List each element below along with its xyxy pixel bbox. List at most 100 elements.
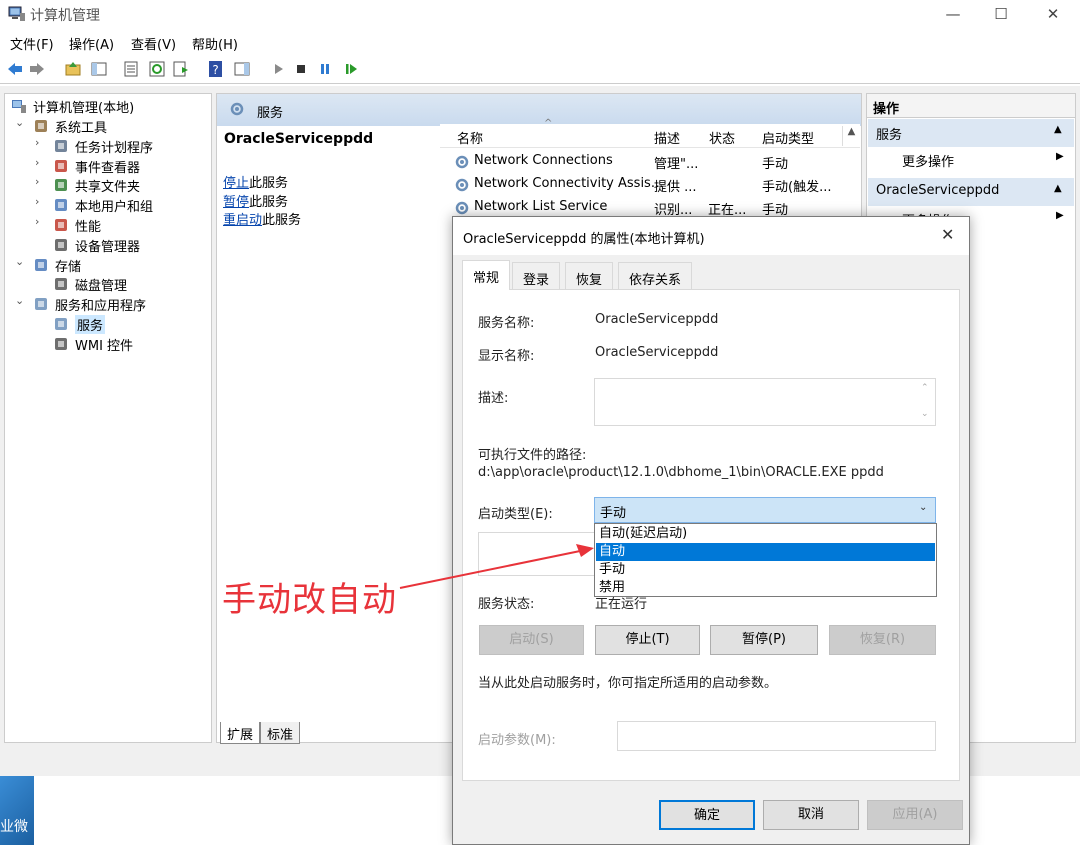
menu-help[interactable]: 帮助(H) <box>192 34 238 53</box>
export-list-icon[interactable] <box>172 60 190 78</box>
annotation-arrow <box>399 544 594 589</box>
action-pane-icon[interactable] <box>233 60 251 78</box>
resume-button[interactable]: 恢复(R) <box>829 625 936 655</box>
service-action-link[interactable]: 重启动 <box>223 213 262 228</box>
chevron-right-icon[interactable]: › <box>35 136 47 149</box>
tab-dependencies[interactable]: 依存关系 <box>618 262 693 290</box>
description-label: 描述: <box>478 391 509 406</box>
service-gear-icon <box>455 155 469 169</box>
tab-extended[interactable]: 扩展 <box>220 722 261 744</box>
scroll-up-icon[interactable]: ⌃ <box>921 383 929 393</box>
more-actions-services[interactable]: 更多操作 <box>902 151 954 170</box>
service-row[interactable]: Network Connections 管理"... 手动 <box>454 151 854 173</box>
submenu-arrow-icon: ▶ <box>1056 210 1064 221</box>
start-param-input[interactable] <box>617 721 936 751</box>
path-label: 可执行文件的路径: <box>478 448 587 463</box>
services-header: 服务 <box>217 94 861 126</box>
tab-standard[interactable]: 标准 <box>260 722 301 744</box>
restart-service-icon[interactable] <box>342 60 360 78</box>
actions-section-services[interactable]: 服务 ▲ <box>868 119 1074 147</box>
service-startup: 手动 <box>762 157 789 172</box>
menu-view[interactable]: 查看(V) <box>131 34 176 53</box>
tree-item-label: WMI 控件 <box>75 338 134 354</box>
minimize-button[interactable]: — <box>930 0 976 30</box>
desktop-shortcut[interactable]: 企业微 <box>0 776 34 845</box>
menu-file[interactable]: 文件(F) <box>10 34 54 53</box>
service-gear-icon <box>455 201 469 215</box>
stop-button[interactable]: 停止(T) <box>595 625 700 655</box>
tab-recovery[interactable]: 恢复 <box>565 262 614 290</box>
maximize-button[interactable]: ☐ <box>978 0 1024 30</box>
scroll-down-icon[interactable]: ⌄ <box>921 409 929 419</box>
help-icon[interactable]: ? <box>207 60 225 78</box>
sort-ascending-icon: ^ <box>544 118 553 129</box>
apply-button[interactable]: 应用(A) <box>867 800 963 830</box>
chevron-right-icon[interactable]: › <box>35 215 47 228</box>
start-button[interactable]: 启动(S) <box>479 625 584 655</box>
services-gear-icon <box>230 102 244 116</box>
services-column-header: 名称 ^ 描述 状态 启动类型 ▲ <box>440 118 860 148</box>
menu-action[interactable]: 操作(A) <box>69 34 114 53</box>
scroll-up-button[interactable]: ▲ <box>842 126 860 146</box>
startup-option[interactable]: 自动 <box>596 543 935 561</box>
chevron-down-icon[interactable]: ⌄ <box>15 116 27 129</box>
startup-type-value: 手动 <box>600 506 627 521</box>
menu-bar: 文件(F) 操作(A) 查看(V) 帮助(H) <box>0 30 1080 56</box>
actions-section-oracle[interactable]: OracleServiceppdd ▲ <box>868 178 1074 206</box>
tree-item-label: 共享文件夹 <box>75 180 141 196</box>
col-name[interactable]: 名称 <box>457 128 483 147</box>
ok-button[interactable]: 确定 <box>659 800 755 830</box>
start-param-hint: 当从此处启动服务时，你可指定所适用的启动参数。 <box>478 676 778 691</box>
chevron-right-icon[interactable]: › <box>35 175 47 188</box>
chevron-right-icon[interactable]: › <box>35 156 47 169</box>
tab-logon[interactable]: 登录 <box>512 262 561 290</box>
forward-arrow-icon[interactable] <box>28 60 46 78</box>
service-action-text: 此服务 <box>249 194 289 210</box>
svg-text:?: ? <box>212 63 218 77</box>
service-name-value: OracleServiceppdd <box>595 312 719 327</box>
startup-option[interactable]: 手动 <box>596 561 935 579</box>
description-box[interactable]: ⌃ ⌄ <box>594 378 936 426</box>
chevron-down-icon[interactable]: ⌄ <box>15 255 27 268</box>
refresh-icon[interactable] <box>148 60 166 78</box>
properties-icon[interactable] <box>122 60 140 78</box>
pause-button[interactable]: 暂停(P) <box>710 625 818 655</box>
service-name: Network Connections <box>474 153 613 168</box>
dialog-close-icon[interactable]: ✕ <box>941 225 954 244</box>
share-icon <box>55 179 67 192</box>
collapse-icon: ▲ <box>1054 183 1062 194</box>
startup-option[interactable]: 自动(延迟启动) <box>596 525 935 543</box>
service-gear-icon <box>455 178 469 192</box>
col-startup[interactable]: 启动类型 <box>762 128 814 147</box>
service-action-link[interactable]: 停止 <box>223 176 249 191</box>
tree-item-label: 设备管理器 <box>75 239 141 255</box>
startup-type-select[interactable]: 手动 ⌄ <box>594 497 936 523</box>
actions-section-oracle-label: OracleServiceppdd <box>876 183 1000 198</box>
tab-general[interactable]: 常规 <box>462 260 511 290</box>
col-desc[interactable]: 描述 <box>654 128 680 147</box>
cancel-button[interactable]: 取消 <box>763 800 859 830</box>
up-folder-icon[interactable] <box>64 60 82 78</box>
service-action-text: 此服务 <box>262 213 302 228</box>
stop-service-icon[interactable] <box>292 60 310 78</box>
navigation-tree: 计算机管理(本地) ⌄ 系统工具 › 任务计划程序 › 事件查看器 › 共享文件夹 › 本地用户和… <box>4 93 212 743</box>
tree-item-label: 任务计划程序 <box>75 140 154 156</box>
storage-icon <box>35 258 47 271</box>
close-window-button[interactable]: ✕ <box>1030 0 1076 30</box>
pause-service-icon[interactable] <box>316 60 334 78</box>
show-hide-tree-icon[interactable] <box>90 60 108 78</box>
startup-type-label: 启动类型(E): <box>478 507 553 522</box>
path-value: d:\app\oracle\product\12.1.0\dbhome_1\bi… <box>478 465 884 480</box>
start-service-icon[interactable] <box>270 60 288 78</box>
service-name: Network Connectivity Assis... <box>474 176 664 191</box>
service-action-link[interactable]: 暂停 <box>223 195 249 210</box>
service-action-text: 此服务 <box>249 176 289 191</box>
chevron-right-icon[interactable]: › <box>35 195 47 208</box>
dialog-title-bar: OracleServiceppdd 的属性(本地计算机) ✕ <box>453 217 969 255</box>
service-row[interactable]: Network Connectivity Assis... 提供 ... 手动(触发… <box>454 174 854 196</box>
chevron-down-icon[interactable]: ⌄ <box>15 294 27 307</box>
wmi-icon <box>55 337 67 350</box>
back-arrow-icon[interactable] <box>6 60 24 78</box>
col-status[interactable]: 状态 <box>709 128 735 147</box>
desktop-shortcut-label: 企业微 <box>0 819 28 835</box>
